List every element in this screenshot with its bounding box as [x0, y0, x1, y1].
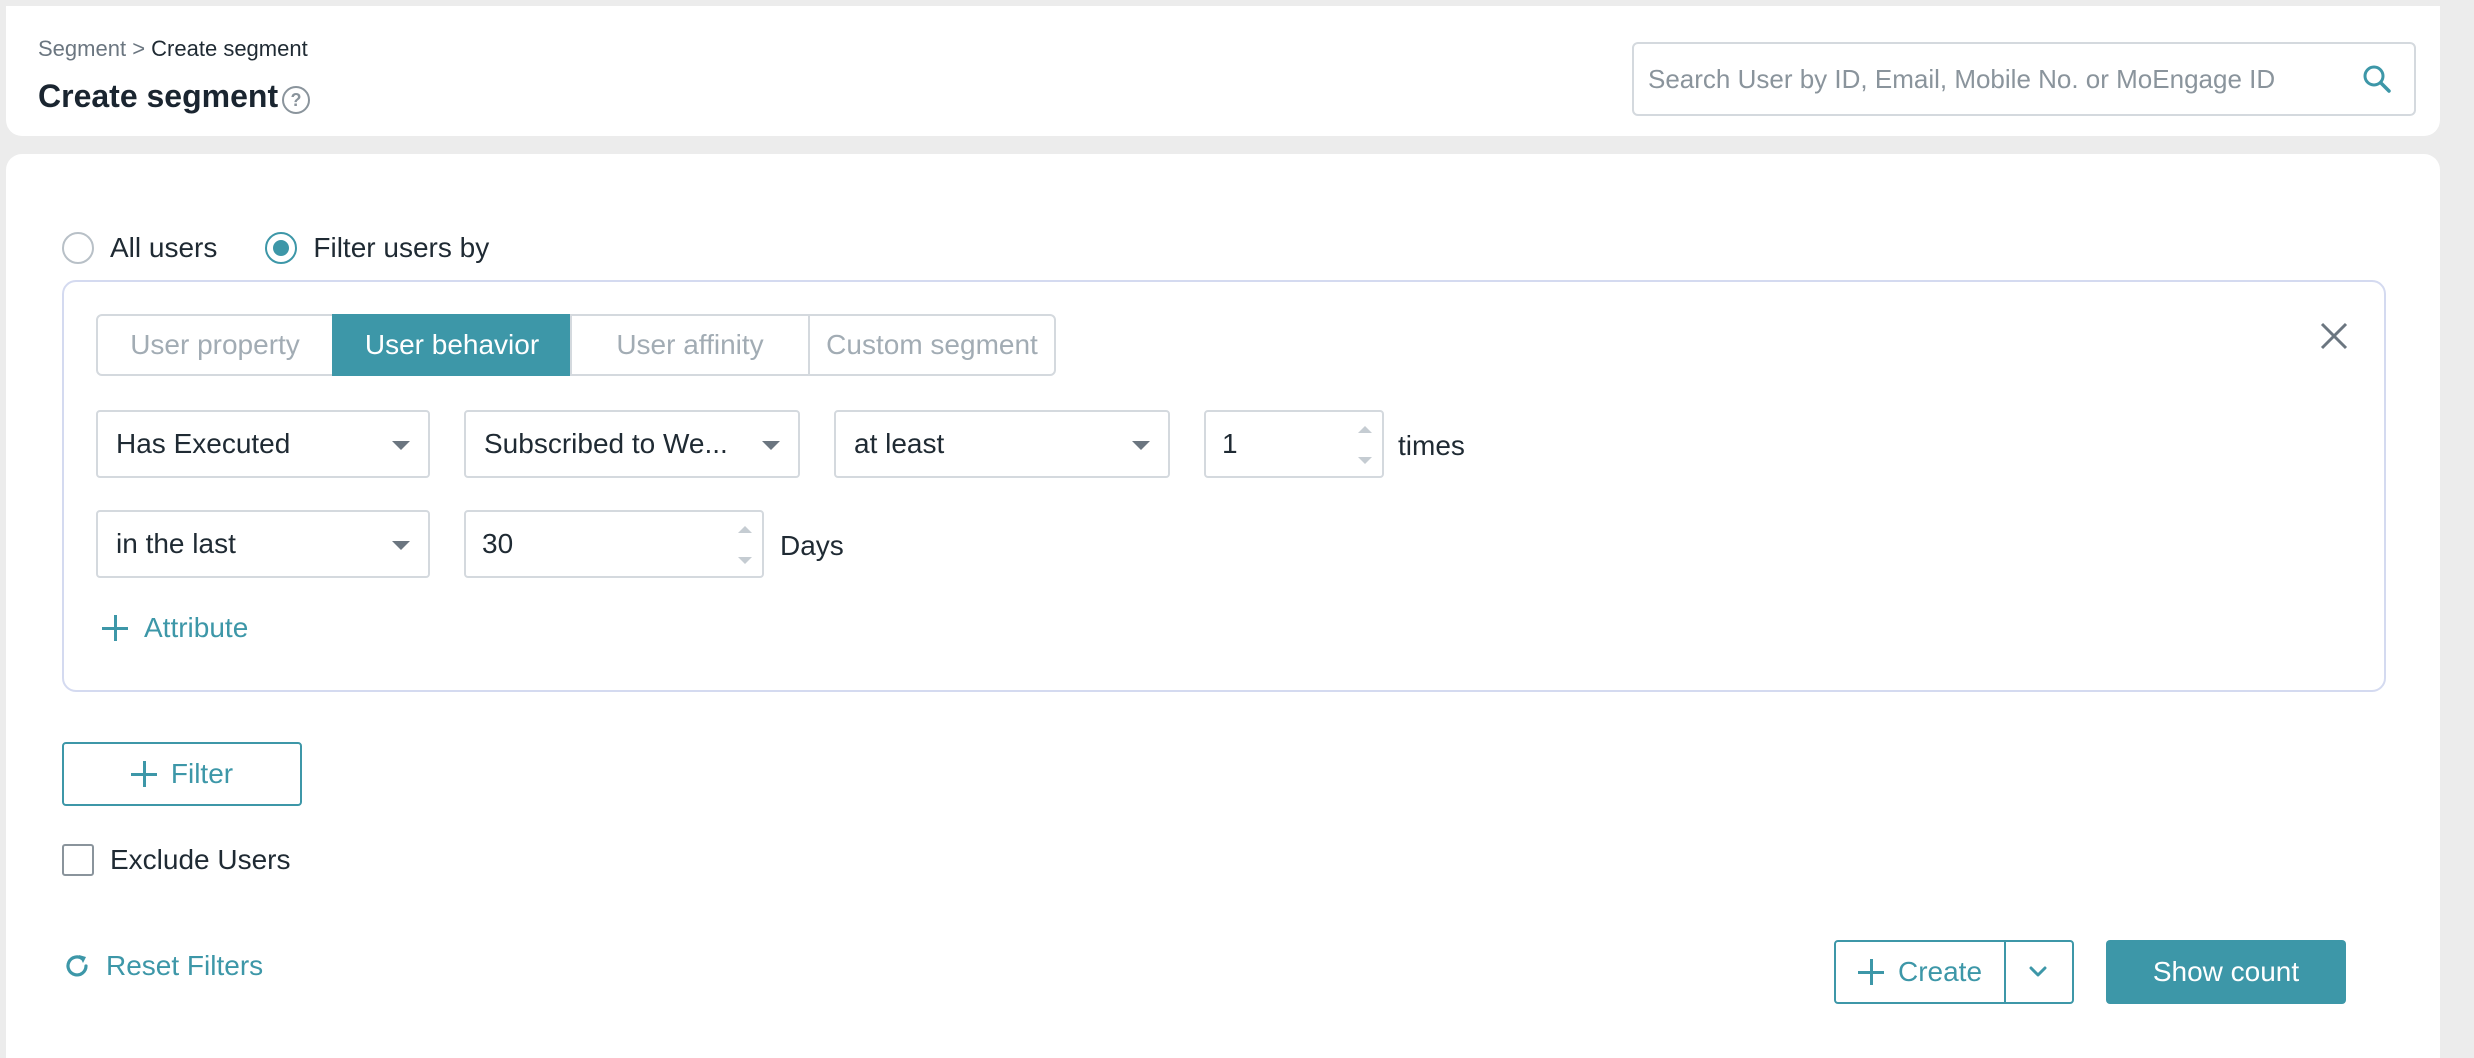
stepper-arrows-icon[interactable]: [738, 526, 752, 564]
all-users-radio[interactable]: [62, 232, 94, 264]
chevron-down-icon: [762, 441, 780, 450]
chevron-down-icon: [392, 541, 410, 550]
user-search-box[interactable]: [1632, 42, 2416, 116]
filter-type-tabs: User property User behavior User affinit…: [96, 314, 1056, 376]
plus-icon: [102, 615, 128, 641]
add-filter-button[interactable]: Filter: [62, 742, 302, 806]
create-label: Create: [1898, 956, 1982, 988]
exclude-users-label[interactable]: Exclude Users: [110, 844, 291, 876]
breadcrumb-current: Create segment: [151, 36, 308, 61]
all-users-label[interactable]: All users: [110, 232, 217, 264]
days-stepper[interactable]: 30: [464, 510, 764, 578]
tab-custom-segment[interactable]: Custom segment: [808, 314, 1056, 376]
time-range-select[interactable]: in the last: [96, 510, 430, 578]
count-suffix: times: [1398, 430, 1465, 462]
exclude-users-checkbox[interactable]: [62, 844, 94, 876]
add-attribute-label: Attribute: [144, 612, 248, 644]
filter-users-radio[interactable]: [265, 232, 297, 264]
days-value: 30: [482, 528, 513, 560]
user-search-input[interactable]: [1648, 44, 2348, 114]
chevron-down-icon: [2026, 960, 2050, 984]
tab-user-property[interactable]: User property: [96, 314, 334, 376]
help-icon[interactable]: ?: [282, 86, 310, 114]
close-icon[interactable]: [2316, 318, 2352, 354]
event-select-value: Subscribed to We...: [484, 428, 728, 460]
create-options-dropdown[interactable]: [2006, 942, 2072, 1002]
breadcrumb: Segment > Create segment: [38, 36, 308, 62]
action-select[interactable]: Has Executed: [96, 410, 430, 478]
plus-icon: [131, 761, 157, 787]
show-count-button[interactable]: Show count: [2106, 940, 2346, 1004]
breadcrumb-parent[interactable]: Segment: [38, 36, 126, 61]
exclude-users-row: Exclude Users: [62, 844, 291, 876]
add-attribute-link[interactable]: Attribute: [102, 612, 248, 644]
plus-icon: [1858, 959, 1884, 985]
action-select-value: Has Executed: [116, 428, 290, 460]
create-button[interactable]: Create: [1836, 942, 2006, 1002]
chevron-down-icon: [1132, 441, 1150, 450]
add-filter-label: Filter: [171, 758, 233, 790]
count-stepper[interactable]: 1: [1204, 410, 1384, 478]
reset-filters-link[interactable]: Reset Filters: [62, 950, 263, 982]
chevron-down-icon: [392, 441, 410, 450]
frequency-select[interactable]: at least: [834, 410, 1170, 478]
time-range-value: in the last: [116, 528, 236, 560]
reset-filters-label: Reset Filters: [106, 950, 263, 982]
stepper-arrows-icon[interactable]: [1358, 426, 1372, 464]
tab-user-behavior[interactable]: User behavior: [332, 314, 572, 376]
refresh-icon: [62, 951, 92, 981]
tab-user-affinity[interactable]: User affinity: [570, 314, 810, 376]
frequency-select-value: at least: [854, 428, 944, 460]
search-icon[interactable]: [2360, 62, 2394, 96]
page-title: Create segment: [38, 78, 278, 115]
breadcrumb-separator: >: [132, 36, 145, 61]
segment-builder: All users Filter users by User property …: [6, 154, 2440, 1058]
create-button-group: Create: [1834, 940, 2074, 1004]
days-suffix: Days: [780, 530, 844, 562]
audience-selector: All users Filter users by: [62, 232, 489, 264]
page-header: Segment > Create segment Create segment …: [6, 6, 2440, 136]
count-value: 1: [1222, 428, 1238, 460]
event-select[interactable]: Subscribed to We...: [464, 410, 800, 478]
filter-condition-box: User property User behavior User affinit…: [62, 280, 2386, 692]
filter-users-label[interactable]: Filter users by: [313, 232, 489, 264]
